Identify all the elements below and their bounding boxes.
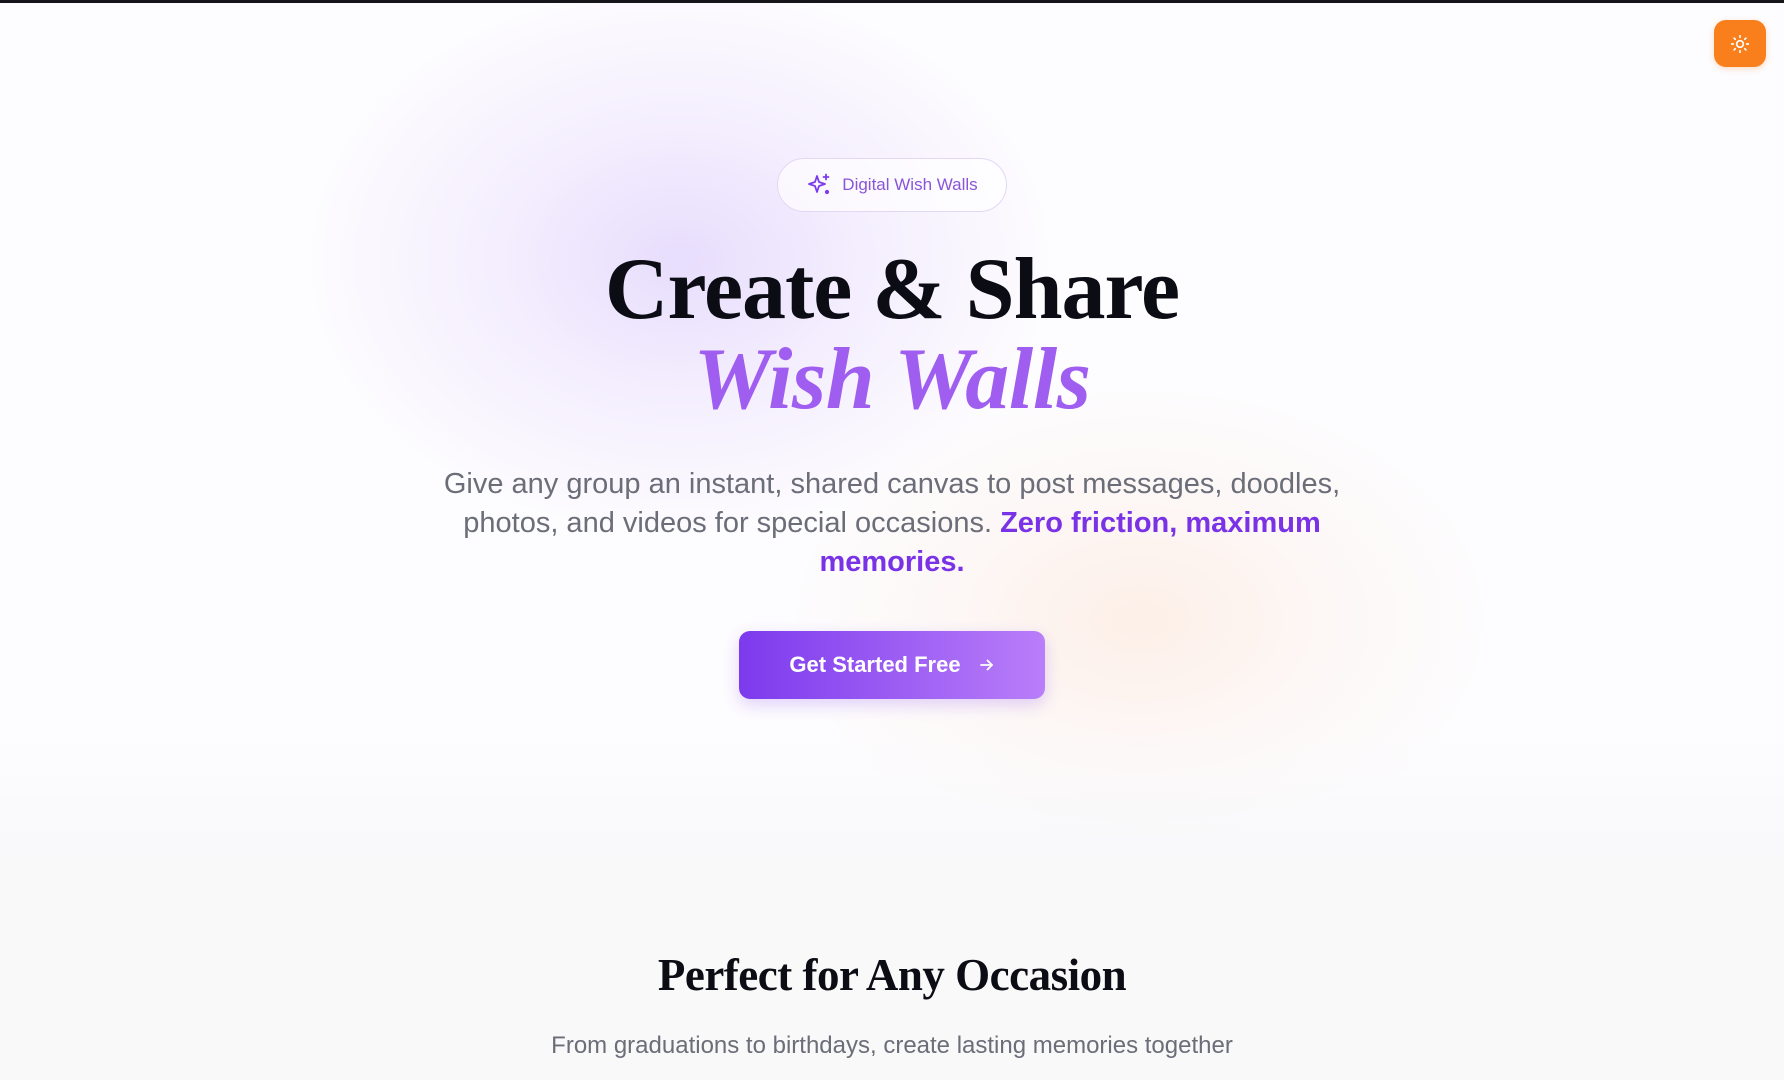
arrow-right-icon bbox=[979, 657, 995, 673]
sparkles-icon bbox=[806, 172, 832, 198]
top-border bbox=[0, 0, 1784, 3]
occasions-section: Perfect for Any Occasion From graduation… bbox=[0, 855, 1784, 1080]
landing-page: Digital Wish Walls Create & Share Wish W… bbox=[0, 0, 1784, 1080]
occasions-subtitle: From graduations to birthdays, create la… bbox=[551, 1032, 1233, 1059]
get-started-label: Get Started Free bbox=[789, 652, 961, 677]
get-started-button[interactable]: Get Started Free bbox=[739, 631, 1045, 699]
hero-badge: Digital Wish Walls bbox=[777, 158, 1007, 212]
badge-label: Digital Wish Walls bbox=[842, 175, 978, 194]
hero-fade bbox=[0, 735, 1784, 855]
hero-description: Give any group an instant, shared canvas… bbox=[432, 465, 1352, 582]
occasions-title: Perfect for Any Occasion bbox=[657, 950, 1127, 1000]
theme-toggle-button[interactable] bbox=[1714, 20, 1766, 67]
sun-icon bbox=[1730, 34, 1750, 54]
hero-headline-accent: Wish Walls bbox=[693, 331, 1091, 428]
hero-headline: Create & Share bbox=[604, 241, 1180, 338]
